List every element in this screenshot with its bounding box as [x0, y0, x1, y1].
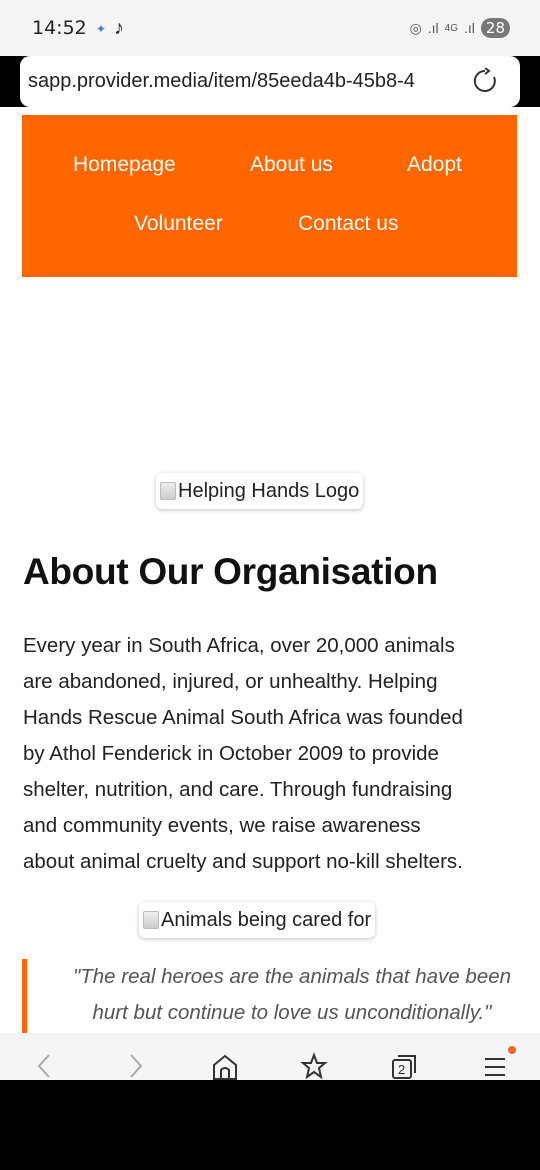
bookmarks-icon[interactable]: [299, 1051, 329, 1081]
animals-care-image: Animals being cared for: [139, 902, 376, 938]
tabs-button[interactable]: 2: [389, 1051, 419, 1081]
nav-contact-us[interactable]: Contact us: [298, 212, 398, 236]
broken-image-icon: [143, 911, 159, 929]
status-bar: 14:52 ✦ ♪ ◎ .ıl 4G .ıl 28: [0, 0, 540, 56]
status-indicators: ◎ .ıl 4G .ıl 28: [410, 18, 510, 38]
quote-line: hurt but continue to love us uncondition…: [92, 1001, 492, 1024]
broken-image-icon: [160, 482, 176, 500]
quote-line: "The real heroes are the animals that ha…: [72, 965, 512, 988]
menu-notification-dot: [508, 1046, 516, 1054]
nav-homepage[interactable]: Homepage: [73, 153, 176, 177]
network-type: 4G: [444, 22, 459, 34]
nav-adopt[interactable]: Adopt: [407, 153, 462, 177]
status-time: 14:52: [32, 17, 87, 39]
care-alt-text: Animals being cared for: [161, 908, 372, 931]
logo-alt-text: Helping Hands Logo: [178, 479, 360, 502]
page-heading: About Our Organisation: [23, 551, 438, 592]
site-nav: Homepage About us Adopt Volunteer Contac…: [22, 115, 517, 277]
paragraph-line: by Athol Fenderick in October 2009 to pr…: [23, 742, 439, 765]
paragraph-line: shelter, nutrition, and care. Through fu…: [23, 778, 453, 801]
menu-icon[interactable]: [480, 1051, 510, 1081]
logo-image: Helping Hands Logo: [156, 473, 364, 509]
tiktok-icon: ♪: [114, 17, 124, 39]
reload-icon[interactable]: [472, 68, 498, 94]
home-icon[interactable]: [210, 1051, 240, 1081]
tabs-count: 2: [398, 1062, 406, 1077]
forward-icon[interactable]: [120, 1051, 150, 1081]
hotspot-icon: ◎: [409, 19, 422, 36]
nav-volunteer[interactable]: Volunteer: [134, 212, 223, 236]
signal-icon-2: .ıl: [464, 20, 475, 36]
address-bar[interactable]: sapp.provider.media/item/85eeda4b-45b8-4: [20, 56, 520, 107]
quote-block: "The real heroes are the animals that ha…: [22, 959, 522, 1033]
about-paragraph: Every year in South Africa, over 20,000 …: [23, 628, 523, 880]
quote-text: "The real heroes are the animals that ha…: [52, 959, 532, 1031]
paragraph-line: Every year in South Africa, over 20,000 …: [23, 634, 455, 657]
paragraph-line: and community events, we raise awareness: [23, 814, 421, 837]
back-icon[interactable]: [30, 1051, 60, 1081]
paragraph-line: about animal cruelty and support no-kill…: [23, 850, 463, 873]
notification-dot-icon: ✦: [96, 22, 107, 36]
system-nav-area: [0, 1080, 540, 1170]
paragraph-line: are abandoned, injured, or unhealthy. He…: [23, 670, 438, 693]
signal-icon: .ıl: [427, 20, 439, 36]
nav-about-us[interactable]: About us: [250, 153, 333, 177]
battery-indicator: 28: [480, 18, 510, 38]
paragraph-line: Hands Rescue Animal South Africa was fou…: [23, 706, 463, 729]
web-page: Homepage About us Adopt Volunteer Contac…: [0, 107, 540, 1033]
browser-bottom-nav: 2: [0, 1033, 540, 1080]
url-text[interactable]: sapp.provider.media/item/85eeda4b-45b8-4: [28, 70, 478, 93]
